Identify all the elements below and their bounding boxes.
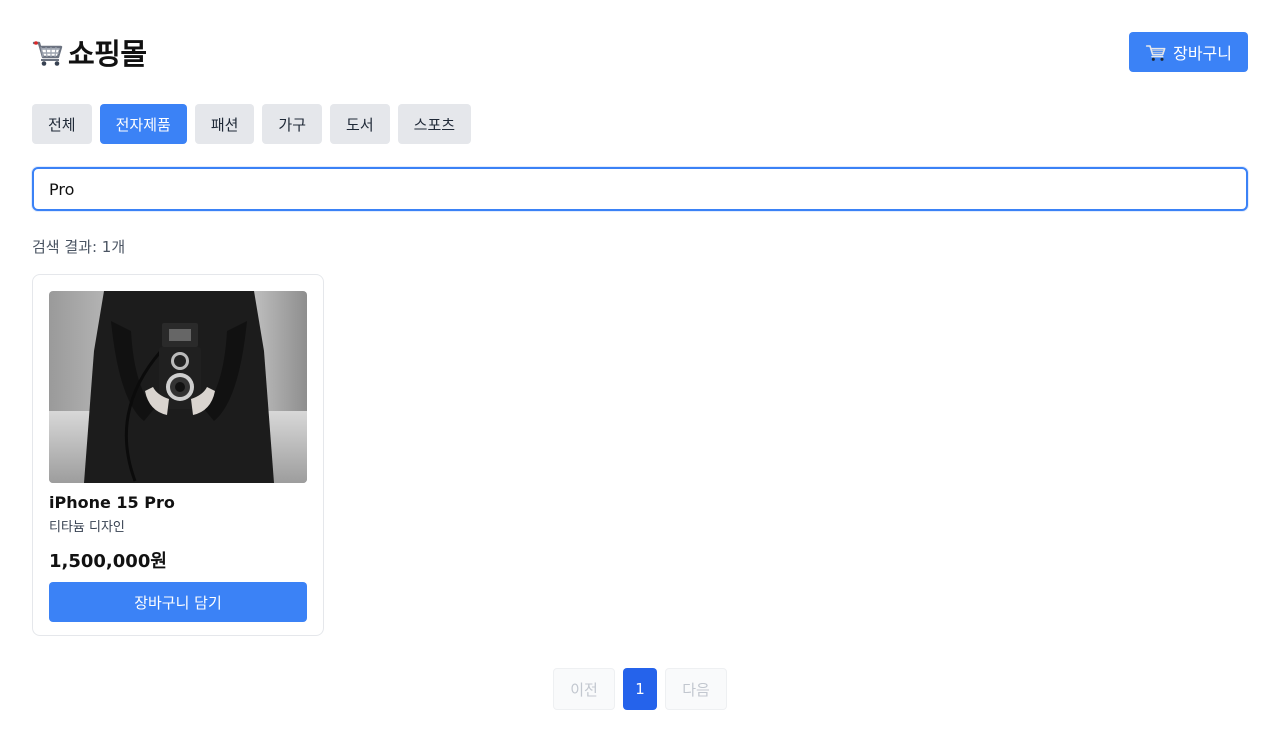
- shopping-cart-icon: [1145, 45, 1166, 61]
- brand: 쇼핑몰: [32, 31, 147, 73]
- product-card: iPhone 15 Pro 티타늄 디자인 1,500,000원 장바구니 담기: [32, 274, 324, 636]
- category-furniture[interactable]: 가구: [262, 104, 323, 144]
- category-sports[interactable]: 스포츠: [397, 104, 472, 144]
- site-title: 쇼핑몰: [68, 37, 147, 71]
- pagination: 이전 1 다음: [0, 668, 1280, 710]
- category-all[interactable]: 전체: [32, 104, 92, 144]
- cart-button[interactable]: 장바구니: [1129, 32, 1248, 72]
- cart-button-label: 장바구니: [1173, 44, 1232, 63]
- product-name: iPhone 15 Pro: [49, 493, 175, 512]
- prev-page-button[interactable]: 이전: [553, 668, 615, 710]
- category-tabs: 전체 전자제품 패션 가구 도서 스포츠: [32, 104, 472, 144]
- result-count: 검색 결과: 1개: [32, 238, 126, 256]
- category-books[interactable]: 도서: [330, 104, 390, 144]
- add-to-cart-button[interactable]: 장바구니 담기: [49, 582, 307, 622]
- shopping-cart-icon: [32, 41, 63, 66]
- product-description: 티타늄 디자인: [49, 520, 125, 535]
- next-page-button[interactable]: 다음: [665, 668, 727, 710]
- category-fashion[interactable]: 패션: [194, 104, 255, 144]
- category-electronics[interactable]: 전자제품: [99, 104, 187, 144]
- search-input[interactable]: [32, 167, 1248, 211]
- page: 쇼핑몰 장바구니 전체 전자제품 패션 가구 도서 스포츠 검색 결과: 1개: [0, 0, 1280, 742]
- product-price: 1,500,000원: [49, 551, 167, 572]
- product-image: [49, 291, 307, 483]
- header: 쇼핑몰 장바구니: [32, 32, 1248, 72]
- page-1-button[interactable]: 1: [623, 668, 657, 710]
